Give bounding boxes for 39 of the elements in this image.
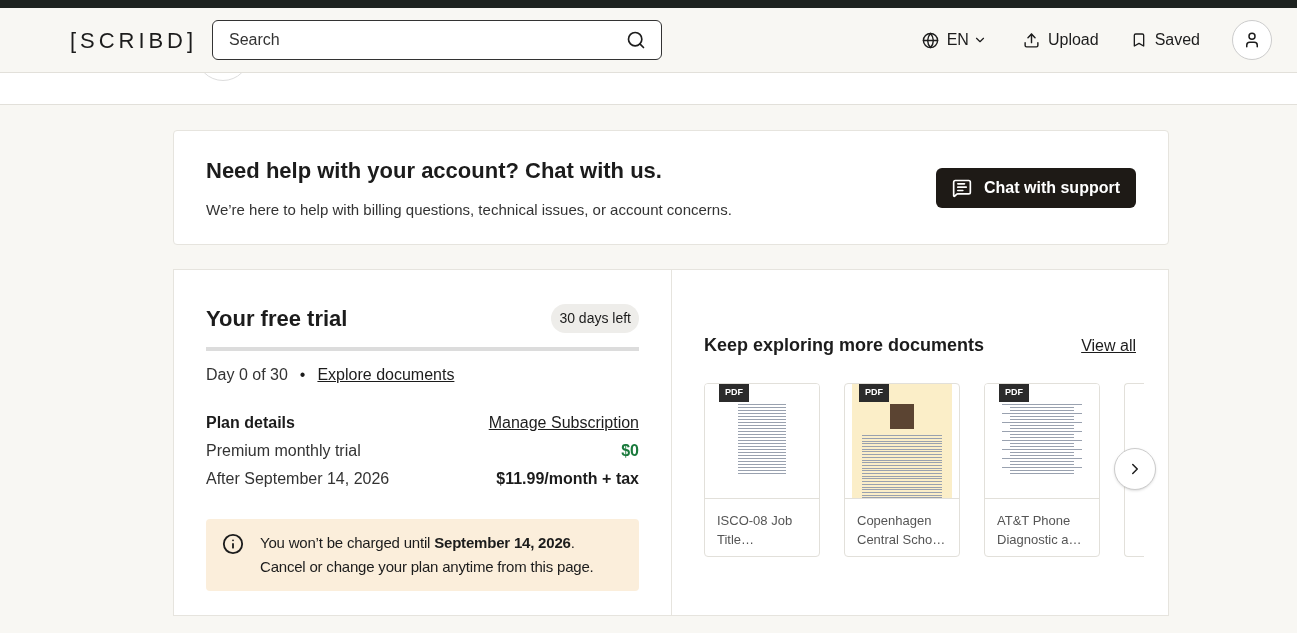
saved-button[interactable]: Saved: [1130, 28, 1200, 52]
document-title: Copenhagen Central Scho…: [845, 498, 959, 549]
document-title: ISCO-08 Job Title…: [705, 498, 819, 549]
language-button[interactable]: EN: [921, 28, 987, 52]
globe-icon: [921, 31, 939, 49]
chat-support-button[interactable]: Chat with support: [936, 167, 1136, 208]
day-counter: Day 0 of 30: [206, 365, 288, 385]
plan-label: After September 14, 2026: [206, 469, 390, 489]
user-icon: [1243, 31, 1261, 49]
plan-details-label: Plan details: [206, 413, 295, 433]
notice-text: You won’t be charged until September 14, 2026.: [260, 533, 576, 553]
notice-text: Cancel or change your plan anytime from this page.: [260, 557, 594, 577]
logo[interactable]: [SCRIBD]: [70, 23, 212, 57]
view-all-link[interactable]: View all: [1081, 333, 1136, 358]
upload-button[interactable]: Upload: [1022, 28, 1099, 52]
pdf-badge: PDF: [719, 384, 749, 402]
upload-icon: [1022, 31, 1040, 49]
trial-title: Your free trial: [206, 305, 348, 333]
plan-price: $0: [621, 441, 639, 461]
pdf-badge: PDF: [999, 384, 1029, 402]
profile-button[interactable]: [1232, 20, 1272, 60]
separator-dot: •: [299, 365, 306, 385]
plan-label: Premium monthly trial: [206, 441, 361, 461]
help-text: We’re here to help with billing questions, technical issues, or account concerns.: [206, 199, 732, 220]
search-icon[interactable]: [626, 30, 646, 50]
manage-subscription-link[interactable]: Manage Subscription: [488, 411, 639, 435]
document-card[interactable]: PDF ISCO-08 Job Title…: [704, 383, 820, 557]
explore-documents-link[interactable]: Explore documents: [317, 363, 455, 387]
pdf-badge: PDF: [859, 384, 889, 402]
search-field[interactable]: Search: [212, 20, 662, 60]
document-card[interactable]: PDF Copenhagen Central Scho…: [844, 383, 960, 557]
documents-title: Keep exploring more documents: [704, 334, 985, 357]
chat-icon: [952, 177, 972, 198]
document-card[interactable]: PDF AT&T Phone Diagnostic a…: [984, 383, 1100, 557]
info-icon: [222, 533, 244, 555]
plan-price: $11.99/month + tax: [496, 469, 639, 489]
document-title: AT&T Phone Diagnostic a…: [985, 498, 1099, 549]
help-title: Need help with your account? Chat with us.: [206, 156, 663, 185]
days-left-badge: 30 days left: [551, 304, 639, 333]
